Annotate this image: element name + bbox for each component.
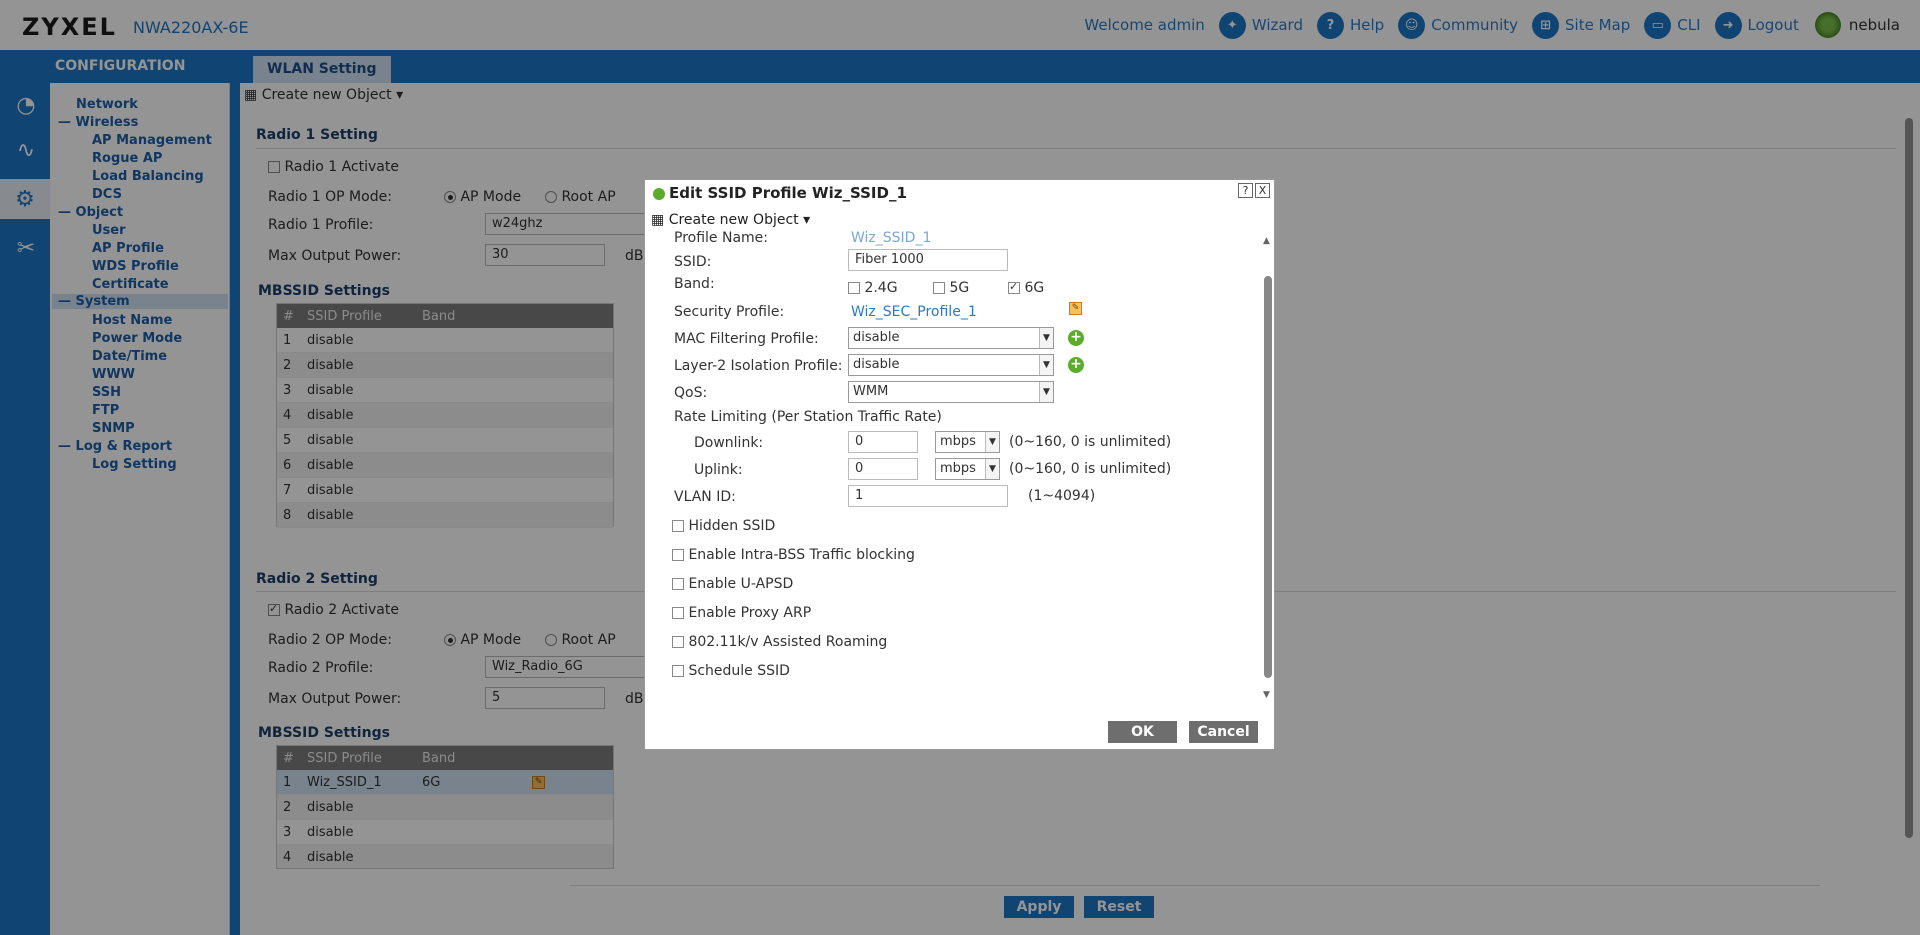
security-profile-label: Security Profile:: [674, 304, 785, 320]
intra-bss-checkbox[interactable]: [672, 549, 684, 561]
security-profile-link[interactable]: Wiz_SEC_Profile_1: [851, 304, 977, 320]
assisted-roaming-checkbox[interactable]: [672, 636, 684, 648]
uplink-hint: (0~160, 0 is unlimited): [1009, 461, 1172, 477]
uplink-unit-select[interactable]: mbps ▼: [935, 458, 1000, 480]
ssid-label: SSID:: [674, 254, 712, 270]
proxy-arp-option[interactable]: Enable Proxy ARP: [672, 605, 811, 621]
chevron-down-icon: ▼: [985, 432, 999, 452]
hidden-ssid-label: Hidden SSID: [688, 518, 776, 534]
vlan-id-label: VLAN ID:: [674, 489, 736, 505]
downlink-label: Downlink:: [694, 435, 764, 451]
scroll-down-icon[interactable]: ▼: [1263, 690, 1270, 700]
uplink-input[interactable]: 0: [848, 458, 918, 480]
mac-filtering-label: MAC Filtering Profile:: [674, 331, 819, 347]
mac-filtering-value: disable: [853, 330, 900, 345]
qos-label: QoS:: [674, 385, 708, 401]
band-24g-checkbox[interactable]: [848, 282, 860, 294]
ok-button[interactable]: OK: [1108, 721, 1177, 743]
dialog-footer: OK Cancel: [645, 714, 1276, 750]
u-apsd-checkbox[interactable]: [672, 578, 684, 590]
edit-ssid-dialog: Edit SSID Profile Wiz_SSID_1 ? X ▦ Creat…: [644, 179, 1275, 750]
band-6g-label: 6G: [1024, 280, 1045, 296]
dialog-form: Profile Name: Wiz_SSID_1 SSID: Fiber 100…: [645, 230, 1276, 702]
schedule-ssid-checkbox[interactable]: [672, 665, 684, 677]
band-6g-option[interactable]: 6G: [1008, 280, 1044, 296]
intra-bss-label: Enable Intra-BSS Traffic blocking: [688, 547, 915, 563]
band-24g-option[interactable]: 2.4G: [848, 280, 898, 296]
intra-bss-option[interactable]: Enable Intra-BSS Traffic blocking: [672, 547, 915, 563]
qos-value: WMM: [853, 384, 889, 399]
proxy-arp-checkbox[interactable]: [672, 607, 684, 619]
proxy-arp-label: Enable Proxy ARP: [688, 605, 812, 621]
band-5g-label: 5G: [949, 280, 970, 296]
cancel-button[interactable]: Cancel: [1189, 721, 1258, 743]
dialog-scrollbar[interactable]: ▲ ▼: [1262, 236, 1274, 700]
dialog-create-new-object-label: Create new Object: [668, 212, 799, 228]
add-mac-filter-icon[interactable]: +: [1068, 330, 1084, 346]
u-apsd-label: Enable U-APSD: [688, 576, 794, 592]
downlink-unit-value: mbps: [940, 434, 976, 449]
security-edit-icon[interactable]: ✎: [1069, 302, 1082, 315]
vlan-id-hint: (1~4094): [1028, 488, 1096, 504]
rate-limiting-label: Rate Limiting (Per Station Traffic Rate): [674, 409, 942, 425]
schedule-ssid-option[interactable]: Schedule SSID: [672, 663, 790, 679]
chevron-down-icon: ▼: [1039, 382, 1053, 402]
dialog-close-button[interactable]: X: [1255, 183, 1270, 198]
dialog-create-new-object-menu[interactable]: ▦ Create new Object ▾: [651, 212, 810, 228]
profile-name-label: Profile Name:: [674, 230, 769, 246]
chevron-down-icon: ▼: [1039, 355, 1053, 375]
u-apsd-option[interactable]: Enable U-APSD: [672, 576, 793, 592]
scroll-up-icon[interactable]: ▲: [1263, 236, 1270, 246]
page-scrollbar-thumb[interactable]: [1905, 118, 1913, 838]
schedule-ssid-label: Schedule SSID: [688, 663, 790, 679]
downlink-hint: (0~160, 0 is unlimited): [1009, 434, 1172, 450]
assisted-roaming-label: 802.11k/v Assisted Roaming: [688, 634, 888, 650]
downlink-unit-select[interactable]: mbps ▼: [935, 431, 1000, 453]
dialog-title-text: Edit SSID Profile Wiz_SSID_1: [669, 184, 907, 202]
assisted-roaming-option[interactable]: 802.11k/v Assisted Roaming: [672, 634, 887, 650]
qos-select[interactable]: WMM ▼: [848, 381, 1054, 403]
l2-isolation-value: disable: [853, 357, 900, 372]
l2-isolation-label: Layer-2 Isolation Profile:: [674, 358, 843, 374]
hidden-ssid-checkbox[interactable]: [672, 520, 684, 532]
mac-filtering-select[interactable]: disable ▼: [848, 327, 1054, 349]
uplink-unit-value: mbps: [940, 461, 976, 476]
dialog-scrollbar-thumb[interactable]: [1264, 276, 1272, 678]
page-scrollbar[interactable]: [1902, 108, 1916, 858]
band-5g-option[interactable]: 5G: [933, 280, 969, 296]
band-label: Band:: [674, 276, 715, 292]
l2-isolation-select[interactable]: disable ▼: [848, 354, 1054, 376]
downlink-input[interactable]: 0: [848, 431, 918, 453]
vlan-id-input[interactable]: 1: [848, 485, 1008, 507]
chevron-down-icon: ▼: [985, 459, 999, 479]
hidden-ssid-option[interactable]: Hidden SSID: [672, 518, 775, 534]
profile-name-value: Wiz_SSID_1: [851, 230, 932, 246]
dialog-edit-icon: [653, 187, 665, 200]
band-24g-label: 2.4G: [864, 280, 898, 296]
dialog-help-button[interactable]: ?: [1238, 183, 1253, 198]
band-5g-checkbox[interactable]: [933, 282, 945, 294]
chevron-down-icon: ▼: [1039, 328, 1053, 348]
uplink-label: Uplink:: [694, 462, 743, 478]
ssid-input[interactable]: Fiber 1000: [848, 249, 1008, 271]
add-l2-isolation-icon[interactable]: +: [1068, 357, 1084, 373]
dialog-title: Edit SSID Profile Wiz_SSID_1: [653, 184, 907, 202]
band-6g-checkbox[interactable]: [1008, 280, 1020, 294]
